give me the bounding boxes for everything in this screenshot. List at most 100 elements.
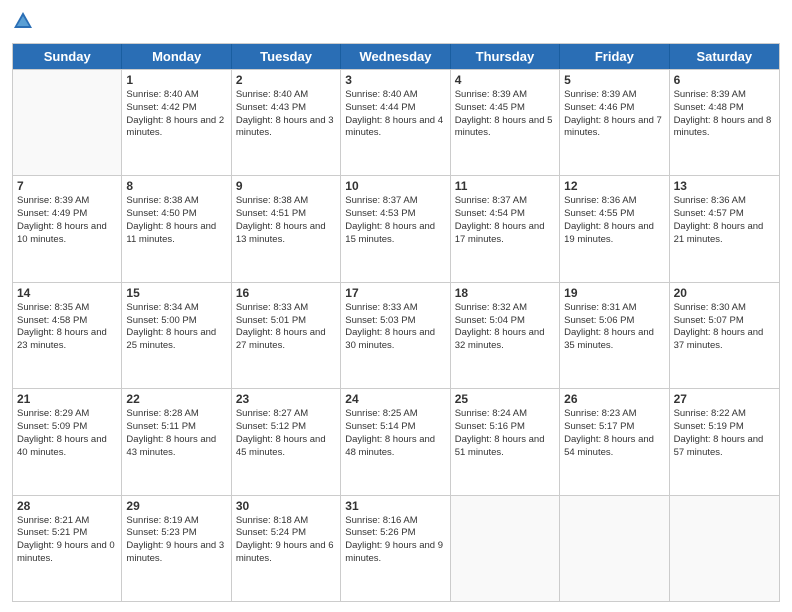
calendar-body: 1Sunrise: 8:40 AMSunset: 4:42 PMDaylight… bbox=[13, 69, 779, 601]
day-number: 17 bbox=[345, 286, 445, 300]
calendar-cell bbox=[670, 496, 779, 601]
calendar-week: 7Sunrise: 8:39 AMSunset: 4:49 PMDaylight… bbox=[13, 175, 779, 281]
sunrise-text: Sunrise: 8:33 AM bbox=[236, 302, 336, 315]
calendar-cell: 8Sunrise: 8:38 AMSunset: 4:50 PMDaylight… bbox=[122, 176, 231, 281]
day-number: 21 bbox=[17, 392, 117, 406]
sunrise-text: Sunrise: 8:38 AM bbox=[126, 195, 226, 208]
sunset-text: Sunset: 4:50 PM bbox=[126, 208, 226, 221]
sunrise-text: Sunrise: 8:23 AM bbox=[564, 408, 664, 421]
calendar-cell: 25 Sunrise: 8:24 AMSunset: 5:16 PMDayligh… bbox=[451, 389, 560, 494]
sunrise-text: Sunrise: 8:22 AM bbox=[674, 408, 775, 421]
daylight-text: Daylight: 8 hours and 51 minutes. bbox=[455, 434, 555, 460]
sunset-text: Sunset: 4:51 PM bbox=[236, 208, 336, 221]
day-number: 16 bbox=[236, 286, 336, 300]
sunset-text: Sunset: 5:19 PM bbox=[674, 421, 775, 434]
sunrise-text: Sunrise: 8:39 AM bbox=[674, 89, 775, 102]
daylight-text: Daylight: 8 hours and 32 minutes. bbox=[455, 327, 555, 353]
calendar-week: 14Sunrise: 8:35 AMSunset: 4:58 PMDayligh… bbox=[13, 282, 779, 388]
daylight-text: Daylight: 8 hours and 30 minutes. bbox=[345, 327, 445, 353]
day-number: 19 bbox=[564, 286, 664, 300]
day-number: 22 bbox=[126, 392, 226, 406]
daylight-text: Daylight: 9 hours and 0 minutes. bbox=[17, 540, 117, 566]
daylight-text: Daylight: 8 hours and 2 minutes. bbox=[126, 115, 226, 141]
logo-icon bbox=[12, 10, 34, 37]
sunset-text: Sunset: 5:12 PM bbox=[236, 421, 336, 434]
calendar-header-row: SundayMondayTuesdayWednesdayThursdayFrid… bbox=[13, 44, 779, 69]
calendar-cell: 10Sunrise: 8:37 AMSunset: 4:53 PMDayligh… bbox=[341, 176, 450, 281]
day-number: 18 bbox=[455, 286, 555, 300]
sunset-text: Sunset: 4:44 PM bbox=[345, 102, 445, 115]
sunset-text: Sunset: 5:03 PM bbox=[345, 315, 445, 328]
daylight-text: Daylight: 8 hours and 54 minutes. bbox=[564, 434, 664, 460]
daylight-text: Daylight: 8 hours and 27 minutes. bbox=[236, 327, 336, 353]
calendar-cell: 16 Sunrise: 8:33 AMSunset: 5:01 PMDayligh… bbox=[232, 283, 341, 388]
calendar-cell: 21Sunrise: 8:29 AMSunset: 5:09 PMDayligh… bbox=[13, 389, 122, 494]
sunrise-text: Sunrise: 8:36 AM bbox=[564, 195, 664, 208]
calendar-cell: 6Sunrise: 8:39 AMSunset: 4:48 PMDaylight… bbox=[670, 70, 779, 175]
daylight-text: Daylight: 8 hours and 10 minutes. bbox=[17, 221, 117, 247]
calendar-cell: 24Sunrise: 8:25 AMSunset: 5:14 PMDayligh… bbox=[341, 389, 450, 494]
daylight-text: Daylight: 8 hours and 40 minutes. bbox=[17, 434, 117, 460]
sunset-text: Sunset: 5:01 PM bbox=[236, 315, 336, 328]
calendar-cell: 31Sunrise: 8:16 AMSunset: 5:26 PMDayligh… bbox=[341, 496, 450, 601]
daylight-text: Daylight: 8 hours and 37 minutes. bbox=[674, 327, 775, 353]
calendar-week: 21Sunrise: 8:29 AMSunset: 5:09 PMDayligh… bbox=[13, 388, 779, 494]
sunset-text: Sunset: 5:00 PM bbox=[126, 315, 226, 328]
calendar-cell bbox=[560, 496, 669, 601]
sunset-text: Sunset: 5:16 PM bbox=[455, 421, 555, 434]
calendar-cell: 2Sunrise: 8:40 AMSunset: 4:43 PMDaylight… bbox=[232, 70, 341, 175]
daylight-text: Daylight: 8 hours and 25 minutes. bbox=[126, 327, 226, 353]
daylight-text: Daylight: 8 hours and 45 minutes. bbox=[236, 434, 336, 460]
day-number: 6 bbox=[674, 73, 775, 87]
calendar-week: 1Sunrise: 8:40 AMSunset: 4:42 PMDaylight… bbox=[13, 69, 779, 175]
calendar-day-header: Saturday bbox=[670, 44, 779, 69]
day-number: 14 bbox=[17, 286, 117, 300]
calendar-cell: 27Sunrise: 8:22 AMSunset: 5:19 PMDayligh… bbox=[670, 389, 779, 494]
sunrise-text: Sunrise: 8:39 AM bbox=[564, 89, 664, 102]
daylight-text: Daylight: 8 hours and 19 minutes. bbox=[564, 221, 664, 247]
sunset-text: Sunset: 4:54 PM bbox=[455, 208, 555, 221]
sunrise-text: Sunrise: 8:32 AM bbox=[455, 302, 555, 315]
daylight-text: Daylight: 9 hours and 3 minutes. bbox=[126, 540, 226, 566]
sunrise-text: Sunrise: 8:35 AM bbox=[17, 302, 117, 315]
calendar-cell: 29Sunrise: 8:19 AMSunset: 5:23 PMDayligh… bbox=[122, 496, 231, 601]
calendar-cell: 26Sunrise: 8:23 AMSunset: 5:17 PMDayligh… bbox=[560, 389, 669, 494]
calendar-day-header: Thursday bbox=[451, 44, 560, 69]
calendar-cell: 13Sunrise: 8:36 AMSunset: 4:57 PMDayligh… bbox=[670, 176, 779, 281]
calendar-day-header: Sunday bbox=[13, 44, 122, 69]
calendar-day-header: Monday bbox=[122, 44, 231, 69]
day-number: 15 bbox=[126, 286, 226, 300]
sunrise-text: Sunrise: 8:18 AM bbox=[236, 515, 336, 528]
sunset-text: Sunset: 4:46 PM bbox=[564, 102, 664, 115]
sunset-text: Sunset: 5:11 PM bbox=[126, 421, 226, 434]
sunset-text: Sunset: 4:49 PM bbox=[17, 208, 117, 221]
day-number: 4 bbox=[455, 73, 555, 87]
sunrise-text: Sunrise: 8:21 AM bbox=[17, 515, 117, 528]
calendar-cell: 30Sunrise: 8:18 AMSunset: 5:24 PMDayligh… bbox=[232, 496, 341, 601]
calendar-cell: 5Sunrise: 8:39 AMSunset: 4:46 PMDaylight… bbox=[560, 70, 669, 175]
sunrise-text: Sunrise: 8:27 AM bbox=[236, 408, 336, 421]
sunrise-text: Sunrise: 8:16 AM bbox=[345, 515, 445, 528]
sunrise-text: Sunrise: 8:24 AM bbox=[455, 408, 555, 421]
day-number: 27 bbox=[674, 392, 775, 406]
calendar-cell: 7Sunrise: 8:39 AMSunset: 4:49 PMDaylight… bbox=[13, 176, 122, 281]
sunrise-text: Sunrise: 8:39 AM bbox=[455, 89, 555, 102]
day-number: 13 bbox=[674, 179, 775, 193]
calendar-cell bbox=[13, 70, 122, 175]
day-number: 20 bbox=[674, 286, 775, 300]
sunset-text: Sunset: 5:07 PM bbox=[674, 315, 775, 328]
sunset-text: Sunset: 5:23 PM bbox=[126, 527, 226, 540]
day-number: 25 bbox=[455, 392, 555, 406]
sunset-text: Sunset: 4:57 PM bbox=[674, 208, 775, 221]
calendar-cell: 3Sunrise: 8:40 AMSunset: 4:44 PMDaylight… bbox=[341, 70, 450, 175]
day-number: 2 bbox=[236, 73, 336, 87]
sunset-text: Sunset: 4:55 PM bbox=[564, 208, 664, 221]
calendar-cell: 19Sunrise: 8:31 AMSunset: 5:06 PMDayligh… bbox=[560, 283, 669, 388]
daylight-text: Daylight: 8 hours and 48 minutes. bbox=[345, 434, 445, 460]
day-number: 23 bbox=[236, 392, 336, 406]
sunset-text: Sunset: 5:24 PM bbox=[236, 527, 336, 540]
day-number: 26 bbox=[564, 392, 664, 406]
daylight-text: Daylight: 8 hours and 8 minutes. bbox=[674, 115, 775, 141]
daylight-text: Daylight: 8 hours and 35 minutes. bbox=[564, 327, 664, 353]
daylight-text: Daylight: 9 hours and 6 minutes. bbox=[236, 540, 336, 566]
